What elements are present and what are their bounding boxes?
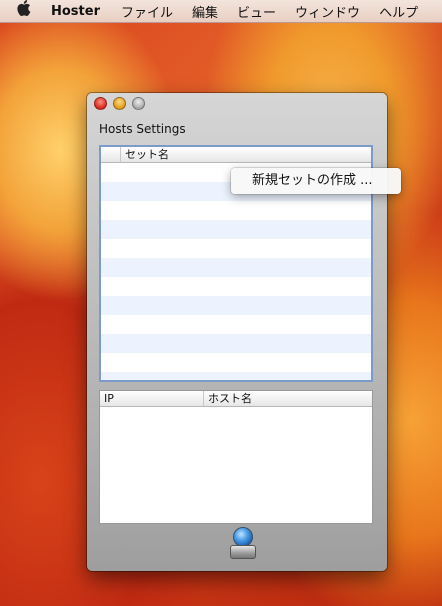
table-row[interactable]: [101, 334, 371, 353]
minimize-button[interactable]: [113, 97, 126, 110]
globe-icon: [233, 527, 253, 547]
close-button[interactable]: [94, 97, 107, 110]
new-set-menu-item[interactable]: 新規セットの作成 ...: [231, 168, 401, 194]
table-row[interactable]: [101, 258, 371, 277]
table-row[interactable]: [101, 277, 371, 296]
hosts-column-ip[interactable]: IP: [100, 391, 204, 406]
menu-help[interactable]: ヘルプ: [379, 2, 418, 21]
hosts-settings-window: Hosts Settings セット名 IP ホスト名: [87, 93, 387, 571]
hosts-table-header: IP ホスト名: [100, 391, 372, 407]
menu-edit[interactable]: 編集: [192, 2, 218, 21]
table-row[interactable]: [101, 201, 371, 220]
sets-column-name[interactable]: セット名: [121, 147, 371, 162]
table-row[interactable]: [101, 353, 371, 372]
menu-app-name[interactable]: Hoster: [51, 4, 100, 19]
table-row[interactable]: [101, 239, 371, 258]
table-row[interactable]: [101, 220, 371, 239]
context-menu: 新規セットの作成 ...: [231, 168, 401, 194]
sets-column-blank[interactable]: [101, 147, 121, 162]
table-row[interactable]: [101, 296, 371, 315]
table-row[interactable]: [101, 372, 371, 380]
sets-table-header: セット名: [101, 147, 371, 163]
menu-view[interactable]: ビュー: [237, 2, 276, 21]
menu-file[interactable]: ファイル: [121, 2, 173, 21]
hosts-table[interactable]: IP ホスト名: [99, 390, 373, 524]
menu-bar: Hoster ファイル 編集 ビュー ウィンドウ ヘルプ: [0, 0, 442, 23]
window-title: Hosts Settings: [99, 122, 186, 136]
menu-window[interactable]: ウィンドウ: [295, 2, 360, 21]
window-controls: [94, 97, 145, 110]
network-globe-icon[interactable]: [230, 527, 256, 561]
table-row[interactable]: [101, 315, 371, 334]
drive-icon: [230, 545, 256, 559]
apple-menu-icon[interactable]: [17, 0, 33, 23]
hosts-column-hostname[interactable]: ホスト名: [204, 391, 372, 406]
zoom-button[interactable]: [132, 97, 145, 110]
